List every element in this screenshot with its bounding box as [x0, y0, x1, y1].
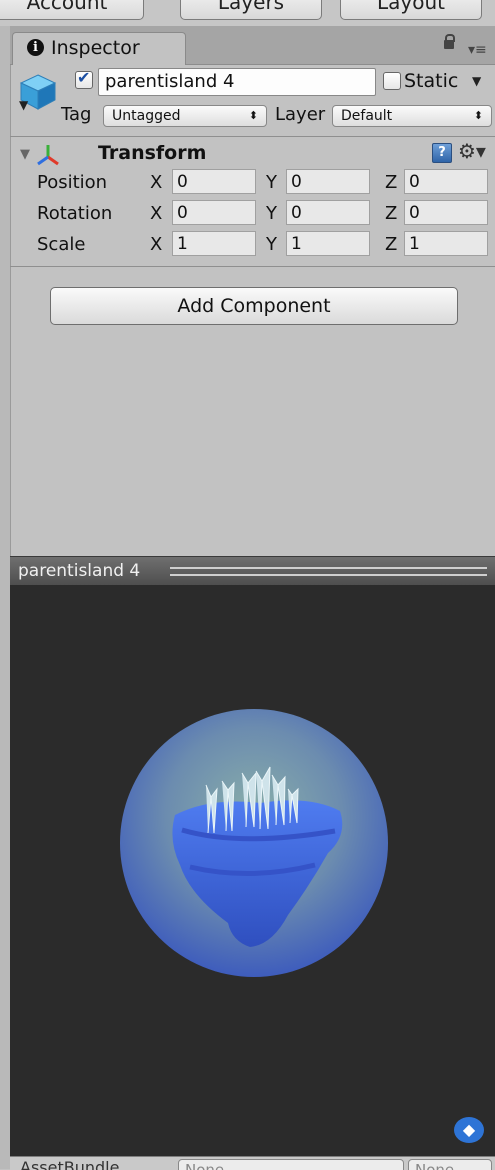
axis-z-label: Z [385, 234, 398, 255]
scale-x-field[interactable]: 1 [172, 231, 256, 256]
updown-chevron-icon: ⬍ [248, 109, 258, 122]
asset-label-tag-icon[interactable]: ◆ [454, 1117, 484, 1143]
axis-y-label: Y [266, 172, 277, 193]
scale-z-field[interactable]: 1 [404, 231, 488, 256]
rotation-z-field[interactable]: 0 [404, 200, 488, 225]
foldout-triangle-icon[interactable]: ▼ [20, 147, 30, 162]
top-toolbar: Account Layers Layout [0, 0, 495, 26]
preview-area[interactable] [10, 585, 495, 1169]
static-dropdown-icon[interactable]: ▼ [472, 74, 481, 88]
assetbundle-bar: AssetBundle None None [10, 1156, 495, 1170]
tag-value: Untagged [112, 108, 181, 124]
axis-y-label: Y [266, 234, 277, 255]
scale-label: Scale [37, 234, 86, 255]
tag-dropdown[interactable]: Untagged ⬍ [103, 105, 267, 127]
gear-icon[interactable]: ⚙▾ [458, 139, 486, 163]
preview-title: parentisland 4 [18, 561, 141, 581]
layer-label: Layer [275, 104, 326, 125]
add-component-button[interactable]: Add Component [50, 287, 458, 325]
account-button[interactable]: Account [0, 0, 144, 20]
rotation-y-field[interactable]: 0 [286, 200, 370, 225]
layers-button[interactable]: Layers [180, 0, 322, 20]
tag-label: Tag [61, 104, 92, 125]
position-z-field[interactable]: 0 [404, 169, 488, 194]
island-preview-render [120, 709, 388, 977]
tab-bar: i Inspector ▾≡ [10, 26, 495, 65]
info-icon: i [27, 39, 44, 56]
layer-value: Default [341, 108, 393, 124]
rotation-label: Rotation [37, 203, 113, 224]
tab-inspector-label: Inspector [51, 37, 140, 59]
axis-z-label: Z [385, 203, 398, 224]
axis-x-label: X [150, 234, 163, 255]
transform-axes-icon [37, 145, 59, 166]
preview-header[interactable]: parentisland 4 [10, 556, 495, 586]
transform-title: Transform [98, 142, 207, 164]
tab-inspector[interactable]: i Inspector [12, 32, 186, 65]
resize-handle [170, 567, 487, 576]
axis-x-label: X [150, 203, 163, 224]
position-y-field[interactable]: 0 [286, 169, 370, 194]
layer-dropdown[interactable]: Default ⬍ [332, 105, 492, 127]
divider [10, 136, 495, 137]
tab-menu-icon[interactable]: ▾≡ [468, 42, 487, 58]
axis-z-label: Z [385, 172, 398, 193]
object-name-field[interactable]: parentisland 4 [98, 68, 376, 96]
help-book-icon[interactable]: ? [432, 143, 452, 163]
active-checkbox[interactable] [75, 68, 93, 89]
divider [10, 266, 495, 267]
position-x-field[interactable]: 0 [172, 169, 256, 194]
rotation-x-field[interactable]: 0 [172, 200, 256, 225]
assetbundle-dropdown[interactable]: None [178, 1159, 404, 1170]
assetbundle-variant-dropdown[interactable]: None [408, 1159, 492, 1170]
scale-y-field[interactable]: 1 [286, 231, 370, 256]
static-checkbox[interactable] [383, 72, 401, 90]
position-label: Position [37, 172, 108, 193]
static-label: Static [404, 70, 459, 92]
updown-chevron-icon: ⬍ [473, 109, 483, 122]
lock-icon[interactable] [444, 34, 455, 49]
axis-x-label: X [150, 172, 163, 193]
layout-button[interactable]: Layout [340, 0, 482, 20]
assetbundle-label: AssetBundle [20, 1158, 120, 1170]
icon-dropdown-arrow-icon[interactable]: ▼ [19, 98, 28, 112]
axis-y-label: Y [266, 203, 277, 224]
